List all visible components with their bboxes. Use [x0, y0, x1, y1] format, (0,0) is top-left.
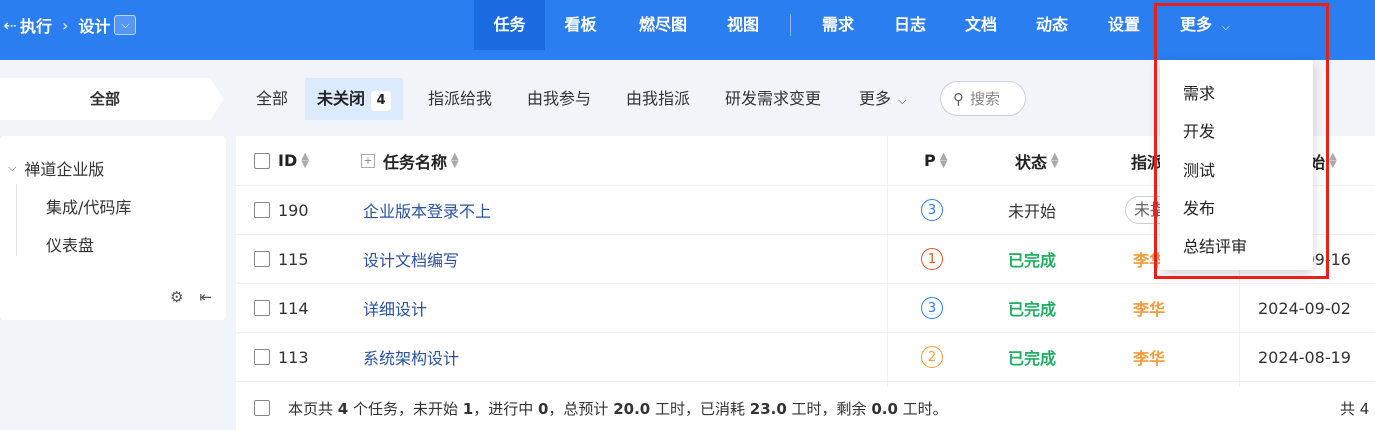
col-pri[interactable]: P ▲ ▼	[924, 136, 947, 185]
search-icon: ⚲	[953, 89, 964, 108]
checkbox[interactable]	[254, 152, 270, 169]
task-start: 2024-08-19	[1258, 347, 1351, 367]
task-name-link[interactable]: 详细设计	[363, 284, 427, 332]
module-tree-panel: ⌵ 禅道企业版 集成/代码库 仪表盘 ⚙ ⇤	[0, 136, 226, 320]
highlight-annotation-box	[1154, 3, 1329, 279]
tree-root-item[interactable]: ⌵ 禅道企业版	[8, 156, 104, 180]
table-row[interactable]: 113 系统架构设计 2 已完成 李华 2024-08-19	[236, 333, 1375, 382]
search-button[interactable]: ⚲ 搜索	[940, 81, 1026, 116]
back-arrow-icon[interactable]: ⇠	[0, 16, 20, 35]
tab-view[interactable]: 视图	[709, 0, 777, 50]
table-row[interactable]: 114 详细设计 3 已完成 李华 2024-09-02	[236, 284, 1375, 333]
row-checkbox[interactable]	[254, 300, 270, 316]
filter-involved[interactable]: 由我参与	[515, 78, 603, 120]
tab-burndown[interactable]: 燃尽图	[623, 0, 703, 50]
sort-icon: ▲ ▼	[451, 150, 459, 170]
tab-tasks[interactable]: 任务	[474, 0, 545, 50]
count-badge: 4	[371, 91, 392, 111]
task-id: 190	[278, 200, 309, 220]
col-id-label: ID	[278, 151, 298, 170]
row-checkbox[interactable]	[254, 202, 270, 218]
col-status[interactable]: 状态 ▲ ▼	[1015, 136, 1059, 185]
col-pri-label: P	[924, 151, 936, 170]
task-name-link[interactable]: 系统架构设计	[363, 333, 459, 381]
chevron-down-icon: ⌵	[898, 94, 907, 107]
task-status: 未开始	[1008, 202, 1057, 221]
col-id[interactable]: ID ▲ ▼	[278, 136, 309, 185]
summary-text: 本页共 4 个任务，未开始 1，进行中 0，总预计 20.0 工时，已消耗 23…	[288, 399, 948, 418]
filter-all[interactable]: 全部	[244, 78, 300, 120]
task-status: 已完成	[1008, 349, 1057, 368]
search-label: 搜索	[970, 90, 1001, 108]
total-count: 共 4	[1340, 399, 1370, 418]
breadcrumb: ⇠ 执行 › 设计 ⌵	[0, 0, 137, 50]
gear-icon[interactable]: ⚙	[170, 288, 183, 306]
task-start: 2024-09-02	[1258, 298, 1351, 318]
task-status: 已完成	[1008, 300, 1057, 319]
task-status: 已完成	[1008, 251, 1057, 270]
tree-root-label: 禅道企业版	[24, 160, 105, 179]
sort-icon: ▲ ▼	[939, 150, 948, 170]
task-id: 115	[278, 249, 309, 269]
filter-unclosed-label: 未关闭	[317, 89, 366, 108]
priority-badge: 1	[921, 248, 943, 270]
tab-story[interactable]: 需求	[804, 0, 872, 50]
tab-kanban[interactable]: 看板	[545, 0, 616, 50]
col-status-label: 状态	[1015, 152, 1048, 172]
filter-unclosed[interactable]: 未关闭 4	[305, 78, 404, 120]
table-summary: 本页共 4 个任务，未开始 1，进行中 0，总预计 20.0 工时，已消耗 23…	[236, 386, 1375, 430]
sidebar-tools: ⚙ ⇤	[170, 288, 212, 306]
task-assignee[interactable]: 李华	[1133, 333, 1165, 381]
chevron-down-icon[interactable]: ⌵	[8, 161, 16, 175]
tab-log[interactable]: 日志	[876, 0, 944, 50]
task-assignee[interactable]: 李华	[1133, 284, 1165, 332]
priority-badge: 3	[921, 297, 943, 319]
breadcrumb-current[interactable]: 设计	[78, 13, 110, 37]
footer-checkbox[interactable]	[254, 400, 270, 416]
filter-more-label: 更多	[859, 89, 892, 108]
breadcrumb-separator-icon: ›	[62, 15, 69, 35]
tree-item-dashboard[interactable]: 仪表盘	[46, 232, 94, 256]
priority-badge: 3	[921, 199, 943, 221]
expand-icon[interactable]: +	[361, 153, 375, 168]
col-name-label: 任务名称	[383, 152, 448, 172]
collapse-left-icon[interactable]: ⇤	[199, 288, 212, 306]
nav-divider	[790, 14, 791, 36]
tab-doc[interactable]: 文档	[947, 0, 1015, 50]
col-name[interactable]: + 任务名称 ▲ ▼	[361, 136, 459, 185]
sort-icon: ▲ ▼	[1051, 150, 1059, 170]
select-all-checkbox[interactable]	[254, 136, 270, 185]
sort-icon: ▲ ▼	[301, 150, 309, 170]
row-checkbox[interactable]	[254, 251, 270, 267]
sort-icon: ▲ ▼	[1329, 150, 1337, 170]
filter-assigned-by-me[interactable]: 由我指派	[614, 78, 702, 120]
task-name-link[interactable]: 企业版本登录不上	[363, 186, 491, 234]
chevron-down-icon[interactable]: ⌵	[114, 15, 137, 35]
filter-assigned-to-me[interactable]: 指派给我	[416, 78, 504, 120]
filter-story-change[interactable]: 研发需求变更	[713, 78, 833, 120]
filter-more[interactable]: 更多 ⌵	[847, 78, 918, 120]
row-checkbox[interactable]	[254, 349, 270, 365]
task-id: 114	[278, 298, 309, 318]
tab-settings[interactable]: 设置	[1090, 0, 1158, 50]
breadcrumb-project[interactable]: 执行	[20, 13, 52, 37]
priority-badge: 2	[921, 346, 943, 368]
tab-dynamic[interactable]: 动态	[1018, 0, 1086, 50]
task-name-link[interactable]: 设计文档编写	[363, 235, 459, 283]
module-all-header[interactable]: 全部	[0, 78, 224, 120]
tree-guide-line	[16, 184, 17, 256]
tree-item-integration[interactable]: 集成/代码库	[46, 194, 131, 218]
task-id: 113	[278, 347, 309, 367]
